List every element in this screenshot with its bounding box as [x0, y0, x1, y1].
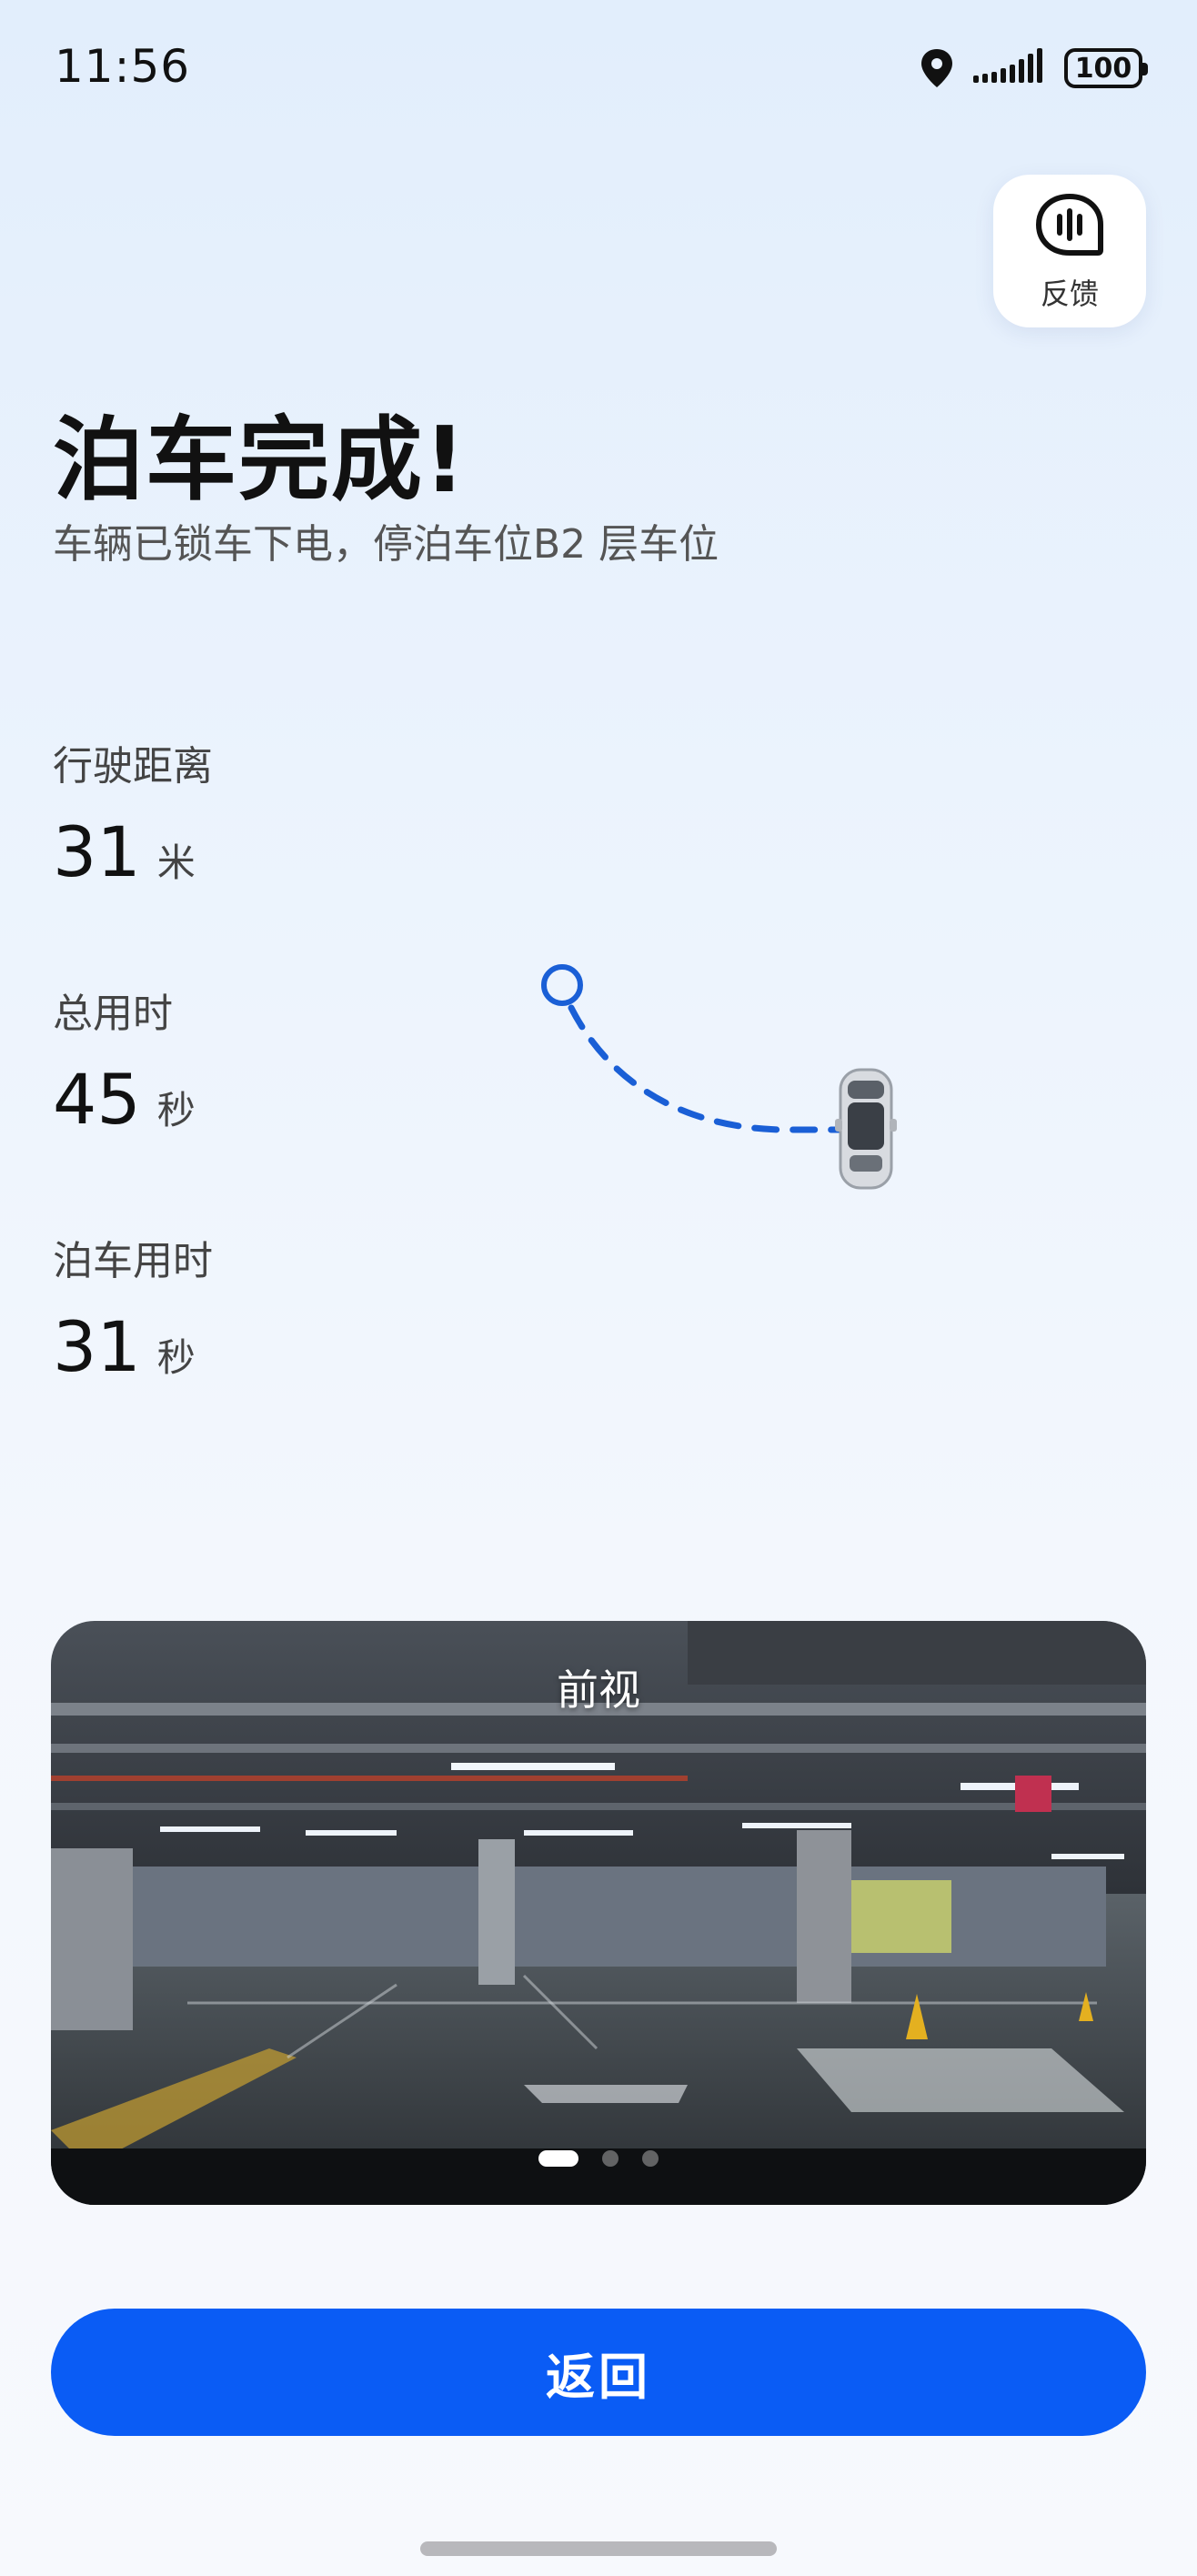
page-dot[interactable] — [642, 2150, 659, 2167]
return-button[interactable]: 返回 — [51, 2309, 1146, 2436]
stat-unit: 秒 — [156, 1088, 196, 1132]
home-indicator[interactable] — [420, 2541, 777, 2556]
battery-indicator: 100 — [1064, 48, 1148, 88]
page-title: 泊车完成! — [53, 407, 468, 513]
feedback-label: 反馈 — [1040, 277, 1099, 311]
stat-value: 45 — [53, 1059, 141, 1140]
stat-unit: 秒 — [156, 1335, 196, 1380]
carousel-page-indicator — [51, 2150, 1146, 2167]
stat-unit: 米 — [156, 840, 196, 885]
stat-parking-time: 泊车用时 31 秒 — [53, 1228, 213, 1387]
status-icons: 100 — [919, 47, 1148, 89]
stat-total-time: 总用时 45 秒 — [53, 981, 196, 1140]
stat-label: 总用时 — [53, 991, 173, 1037]
stat-label: 行驶距离 — [53, 743, 213, 790]
page-dot-active[interactable] — [538, 2150, 578, 2167]
car-top-view-icon — [835, 1068, 897, 1190]
parking-path-illustration — [541, 964, 897, 1190]
status-time: 11:56 — [55, 40, 191, 93]
page-dot[interactable] — [602, 2150, 619, 2167]
page-subtitle: 车辆已锁车下电，停泊车位B2 层车位 — [53, 521, 719, 568]
stat-distance: 行驶距离 31 米 — [53, 733, 213, 892]
stat-value: 31 — [53, 811, 141, 892]
parking-path-line — [568, 1004, 851, 1133]
camera-view-label: 前视 — [557, 1665, 640, 1715]
stat-value: 31 — [53, 1306, 141, 1387]
location-icon — [921, 49, 952, 87]
feedback-button[interactable]: 反馈 — [993, 175, 1146, 327]
voice-chat-icon — [1036, 194, 1103, 256]
signal-icon — [973, 48, 1042, 83]
stat-label: 泊车用时 — [53, 1238, 213, 1284]
camera-preview-card[interactable]: 前视 — [51, 1621, 1146, 2205]
path-start-marker — [541, 964, 583, 1006]
